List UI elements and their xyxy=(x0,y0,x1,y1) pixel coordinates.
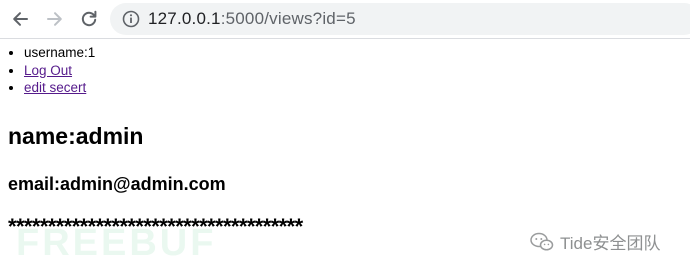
page-content: username:1 Log Out edit secert name:admi… xyxy=(8,44,678,239)
info-icon[interactable] xyxy=(122,10,140,28)
name-heading: name:admin xyxy=(8,123,144,149)
url-path: :5000/views?id=5 xyxy=(220,9,356,28)
logout-link[interactable]: Log Out xyxy=(24,63,72,78)
back-arrow-icon xyxy=(13,12,28,26)
forward-button[interactable] xyxy=(42,6,68,32)
address-bar[interactable]: 127.0.0.1:5000/views?id=5 xyxy=(110,3,690,35)
username-item: username:1 xyxy=(24,44,678,62)
reload-icon xyxy=(81,10,97,27)
tide-watermark: Tide安全团队 xyxy=(530,229,660,254)
edit-secret-item: edit secert xyxy=(24,79,678,97)
browser-toolbar: 127.0.0.1:5000/views?id=5 xyxy=(0,0,690,39)
edit-secret-link[interactable]: edit secert xyxy=(24,80,86,95)
freebuf-watermark: FREEBUF xyxy=(16,222,217,264)
forward-arrow-icon xyxy=(47,12,62,26)
back-button[interactable] xyxy=(7,6,33,32)
reload-button[interactable] xyxy=(76,6,102,32)
email-heading: email:admin@admin.com xyxy=(8,174,226,194)
tide-watermark-text: Tide安全团队 xyxy=(560,234,661,253)
url-text[interactable]: 127.0.0.1:5000/views?id=5 xyxy=(148,9,356,29)
url-host: 127.0.0.1 xyxy=(148,9,221,28)
wechat-icon xyxy=(530,232,554,251)
logout-item: Log Out xyxy=(24,62,678,80)
user-menu: username:1 Log Out edit secert xyxy=(8,44,678,97)
